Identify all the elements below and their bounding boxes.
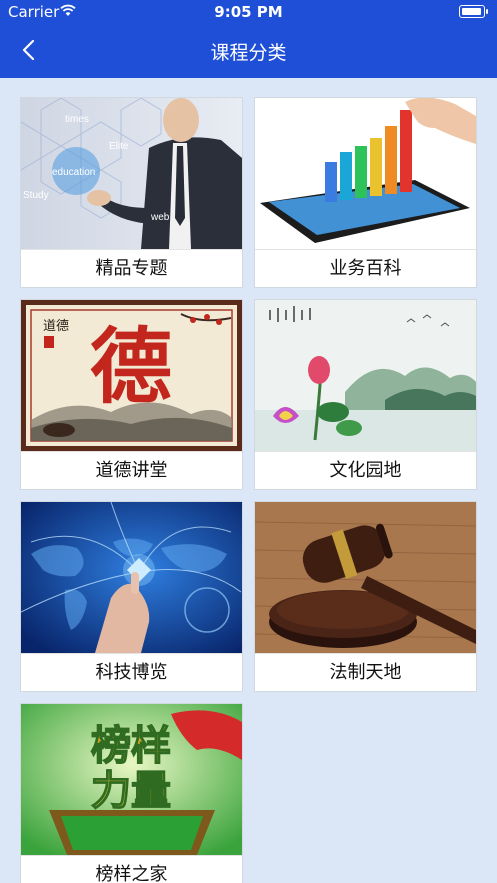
category-card-culture-garden[interactable]: 文化园地 xyxy=(254,299,477,490)
tag-times: times xyxy=(65,114,89,125)
calligraphy-de-image: 德 道德 xyxy=(21,300,242,451)
battery-level xyxy=(462,8,481,15)
status-time: 9:05 PM xyxy=(214,3,283,21)
category-card-ethics-hall[interactable]: 德 道德 道德讲堂 xyxy=(20,299,243,490)
role-model-power-image: 榜样 力量 xyxy=(21,704,242,855)
judge-gavel-image xyxy=(255,502,476,653)
tech-globe-hand-image xyxy=(21,502,242,653)
page-title: 课程分类 xyxy=(210,42,287,64)
category-label: 科技博览 xyxy=(21,653,242,691)
navigation-bar: 课程分类 xyxy=(0,24,497,78)
battery-icon xyxy=(459,5,488,18)
category-card-tech-expo[interactable]: 科技博览 xyxy=(20,501,243,692)
category-card-legal-world[interactable]: 法制天地 xyxy=(254,501,477,692)
tag-elite: Elite xyxy=(109,141,129,152)
category-grid: times Elite education Study web 精品专题 业务百… xyxy=(0,78,497,883)
category-label: 业务百科 xyxy=(255,249,476,287)
tablet-bar-chart-image xyxy=(255,98,476,249)
status-bar: Carrier 9:05 PM xyxy=(0,0,497,24)
tag-web: web xyxy=(150,212,170,223)
tag-study: Study xyxy=(23,190,49,201)
category-card-business-encyclopedia[interactable]: 业务百科 xyxy=(254,97,477,288)
category-label: 法制天地 xyxy=(255,653,476,691)
category-label: 榜样之家 xyxy=(21,855,242,883)
de-character: 德 xyxy=(90,319,172,415)
tag-education: education xyxy=(52,167,95,178)
role-model-text: 榜样 xyxy=(91,723,171,769)
category-card-role-model-home[interactable]: 榜样 力量 榜样之家 xyxy=(20,703,243,883)
seal-text: 道德 xyxy=(43,319,69,334)
category-label: 道德讲堂 xyxy=(21,451,242,489)
category-label: 精品专题 xyxy=(21,249,242,287)
category-card-premium-topics[interactable]: times Elite education Study web 精品专题 xyxy=(20,97,243,288)
power-text: 力量 xyxy=(91,768,171,814)
businessman-network-image: times Elite education Study web xyxy=(21,98,242,249)
category-label: 文化园地 xyxy=(255,451,476,489)
lotus-landscape-image xyxy=(255,300,476,451)
